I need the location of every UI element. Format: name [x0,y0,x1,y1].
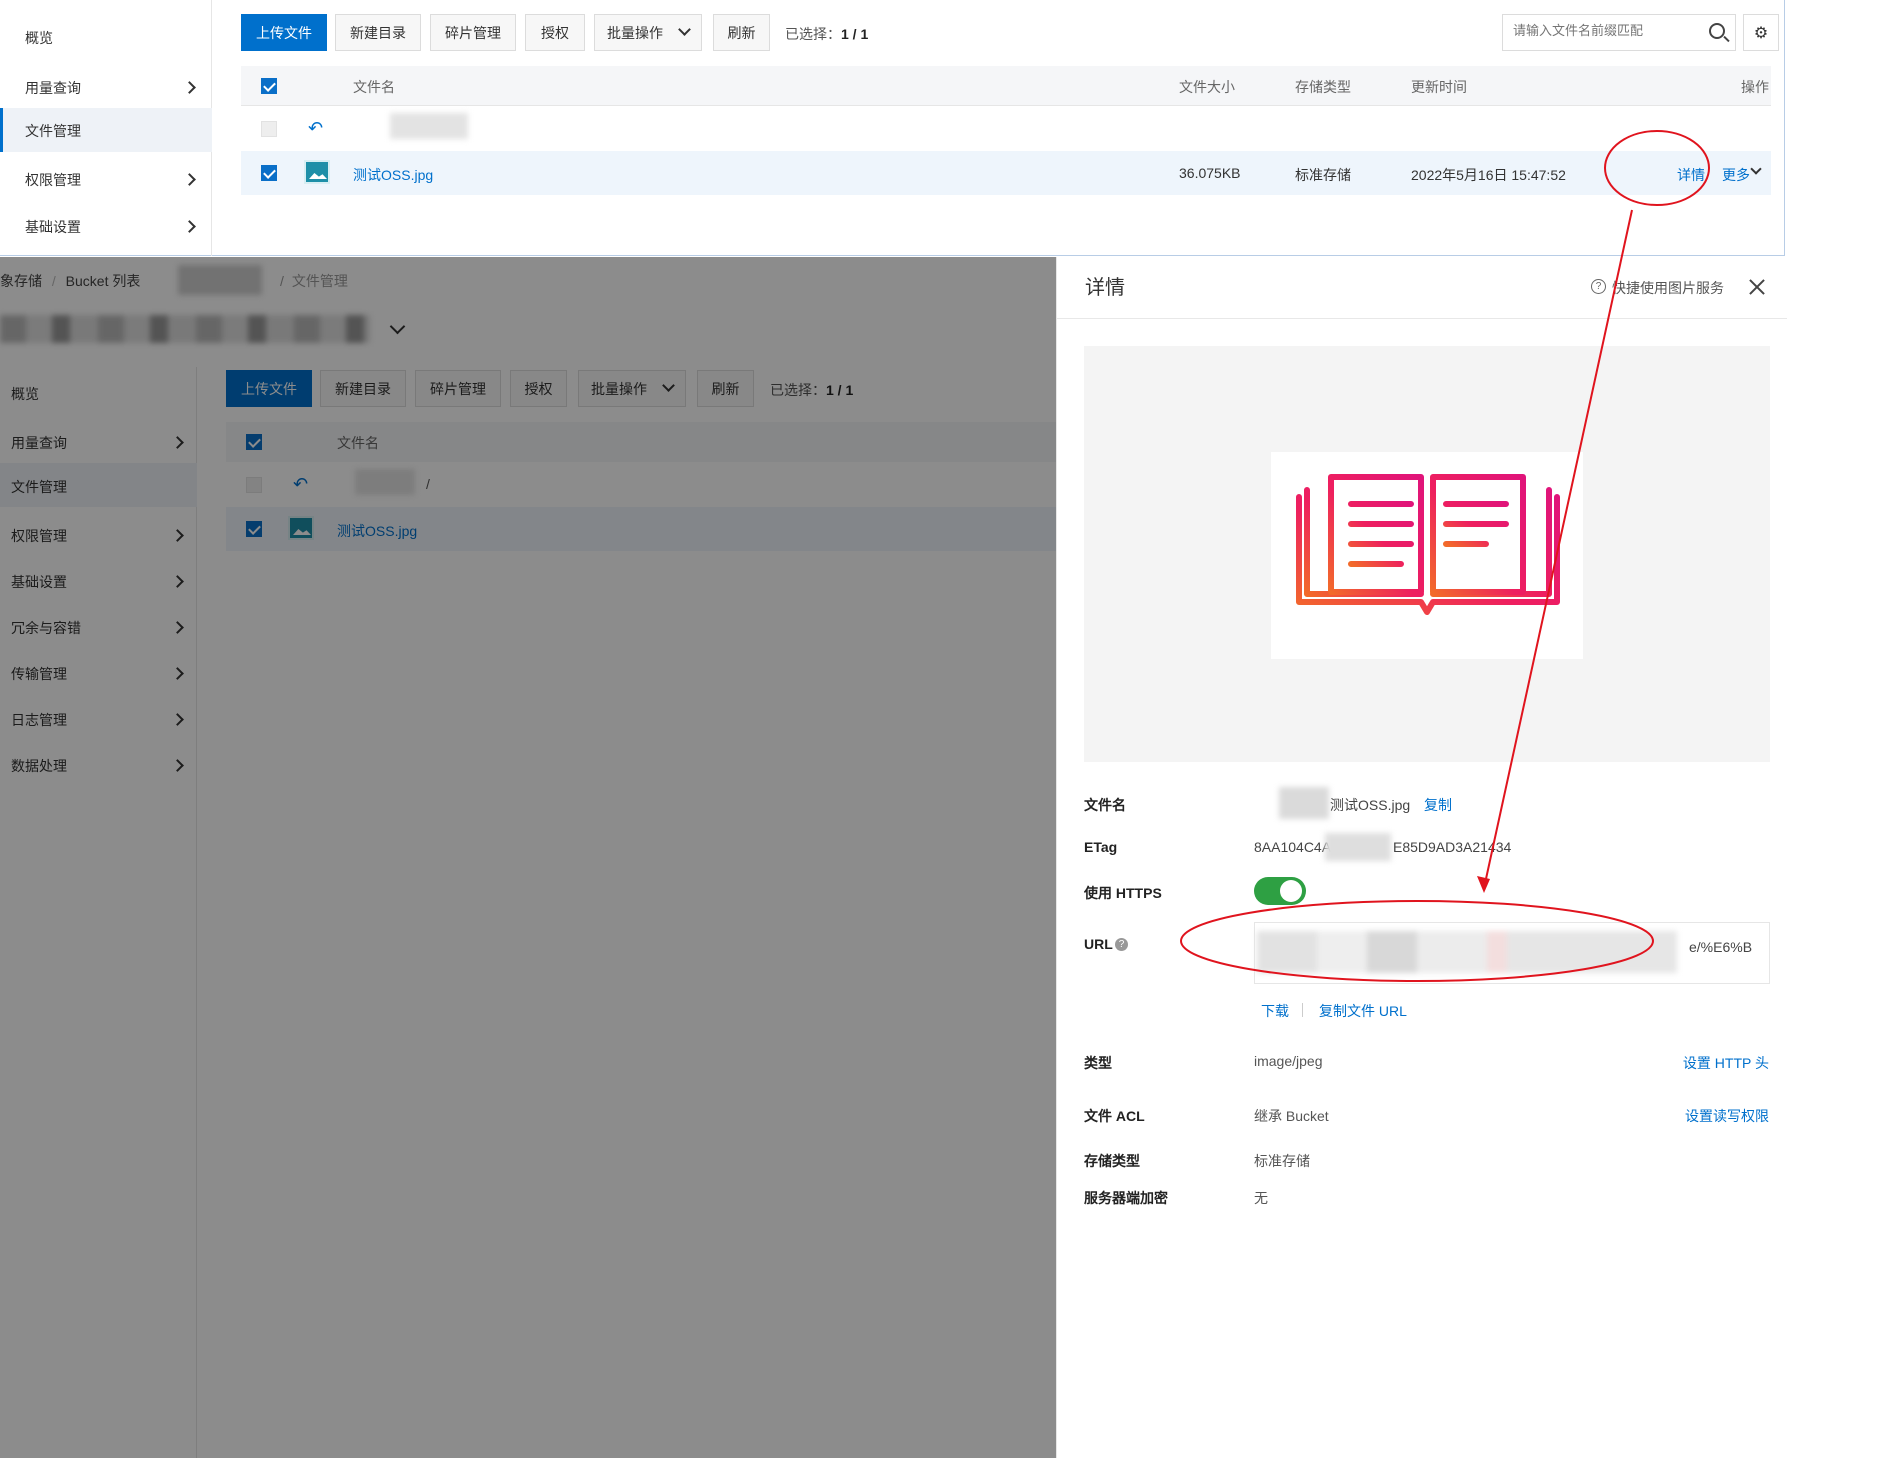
encryption-value: 无 [1254,1190,1268,1206]
storage-class-value: 标准存储 [1254,1153,1310,1169]
etag-suffix: E85D9AD3A21434 [1393,839,1512,855]
background-console: 象存储 / Bucket 列表 / 文件管理 概览 用量查询 文件管理 权限管理 … [0,257,1056,1458]
file-storage: 标准存储 [1295,167,1351,183]
row-checkbox[interactable] [261,165,277,181]
redacted-etag [1325,833,1391,861]
modal-overlay[interactable] [0,257,1056,1458]
top-sidebar-item-basic[interactable]: 基础设置 [25,217,81,237]
url-field[interactable]: e/%E6%B [1254,922,1770,984]
new-directory-button[interactable]: 新建目录 [335,14,421,51]
search-icon-handle [1723,35,1730,43]
selection-label: 已选择： [785,26,841,42]
link-divider [1302,1003,1303,1017]
batch-operations-label: 批量操作 [607,24,663,41]
close-icon[interactable] [1747,277,1767,297]
etag-label: ETag [1084,839,1118,855]
header-actions: 操作 [1741,79,1769,95]
top-sidebar-item-permissions[interactable]: 权限管理 [25,170,81,190]
chevron-down-icon [678,23,691,36]
drawer-title: 详情 [1085,277,1125,299]
header-updated: 更新时间 [1411,79,1467,95]
select-all-checkbox[interactable] [261,78,277,94]
selection-count: 已选择：1 / 1 [785,24,868,44]
type-label: 类型 [1084,1055,1112,1071]
top-sidebar-item-usage[interactable]: 用量查询 [25,78,81,98]
back-arrow-icon[interactable]: ↶ [308,118,323,139]
help-circle-icon: ? [1591,279,1606,294]
file-updated: 2022年5月16日 15:47:52 [1411,167,1566,183]
storage-class-label: 存储类型 [1084,1153,1140,1169]
top-sidebar-item-files[interactable]: 文件管理 [25,121,81,141]
download-link[interactable]: 下载 [1261,1001,1289,1021]
acl-label: 文件 ACL [1084,1108,1145,1124]
url-tail: e/%E6%B [1689,939,1753,955]
file-name-link[interactable]: 测试OSS.jpg [353,165,433,185]
top-sidebar-item-overview[interactable]: 概览 [25,28,53,48]
header-filename: 文件名 [353,79,395,95]
filename-label: 文件名 [1084,797,1126,813]
set-acl-link[interactable]: 设置读写权限 [1685,1106,1769,1126]
copy-url-link[interactable]: 复制文件 URL [1319,1001,1407,1021]
redacted-url [1257,931,1677,973]
help-icon[interactable]: ? [1115,938,1128,951]
gear-icon: ⚙ [1753,24,1769,42]
url-label: URL [1084,936,1113,952]
https-label: 使用 HTTPS [1084,885,1162,901]
image-file-icon [304,160,330,184]
toggle-knob [1280,880,1302,902]
refresh-button[interactable]: 刷新 [713,14,770,51]
fragments-button[interactable]: 碎片管理 [430,14,516,51]
filename-value: 测试OSS.jpg [1330,797,1411,813]
search-box[interactable] [1502,14,1736,51]
type-value: image/jpeg [1254,1053,1323,1069]
header-storage: 存储类型 [1295,79,1351,95]
quick-image-service-link[interactable]: 快捷使用图片服务 [1612,278,1724,298]
set-http-header-link[interactable]: 设置 HTTP 头 [1683,1053,1769,1073]
redacted-path [390,113,468,139]
book-icon [1296,474,1560,615]
detail-link[interactable]: 详情 [1677,165,1705,185]
batch-operations-button[interactable]: 批量操作 [594,14,702,51]
file-size: 36.075KB [1179,165,1241,181]
etag-prefix: 8AA104C4A [1254,839,1332,855]
settings-gear-button[interactable]: ⚙ [1743,14,1779,51]
row-checkbox-parent [261,121,277,137]
authorize-button[interactable]: 授权 [525,14,585,51]
top-panel: 概览 用量查询 文件管理 权限管理 基础设置 上传文件 新建目录 碎片管理 授权… [0,0,1785,256]
acl-value: 继承 Bucket [1254,1108,1329,1124]
selection-value: 1 / 1 [841,26,869,42]
upload-button[interactable]: 上传文件 [241,14,327,51]
search-input[interactable] [1513,23,1693,38]
image-preview [1084,346,1770,762]
detail-drawer: 详情 ? 快捷使用图片服务 文件名 测试OSS.jpg 复制 ETag 8AA1… [1056,257,1787,1458]
preview-thumbnail [1271,452,1583,659]
redacted-filename-prefix [1279,787,1329,819]
https-toggle[interactable] [1254,877,1306,905]
copy-filename-link[interactable]: 复制 [1424,795,1452,815]
encryption-label: 服务器端加密 [1084,1190,1168,1206]
table-header [241,66,1771,106]
drawer-divider [1057,318,1787,319]
more-link[interactable]: 更多 [1722,165,1750,185]
header-size: 文件大小 [1179,79,1235,95]
